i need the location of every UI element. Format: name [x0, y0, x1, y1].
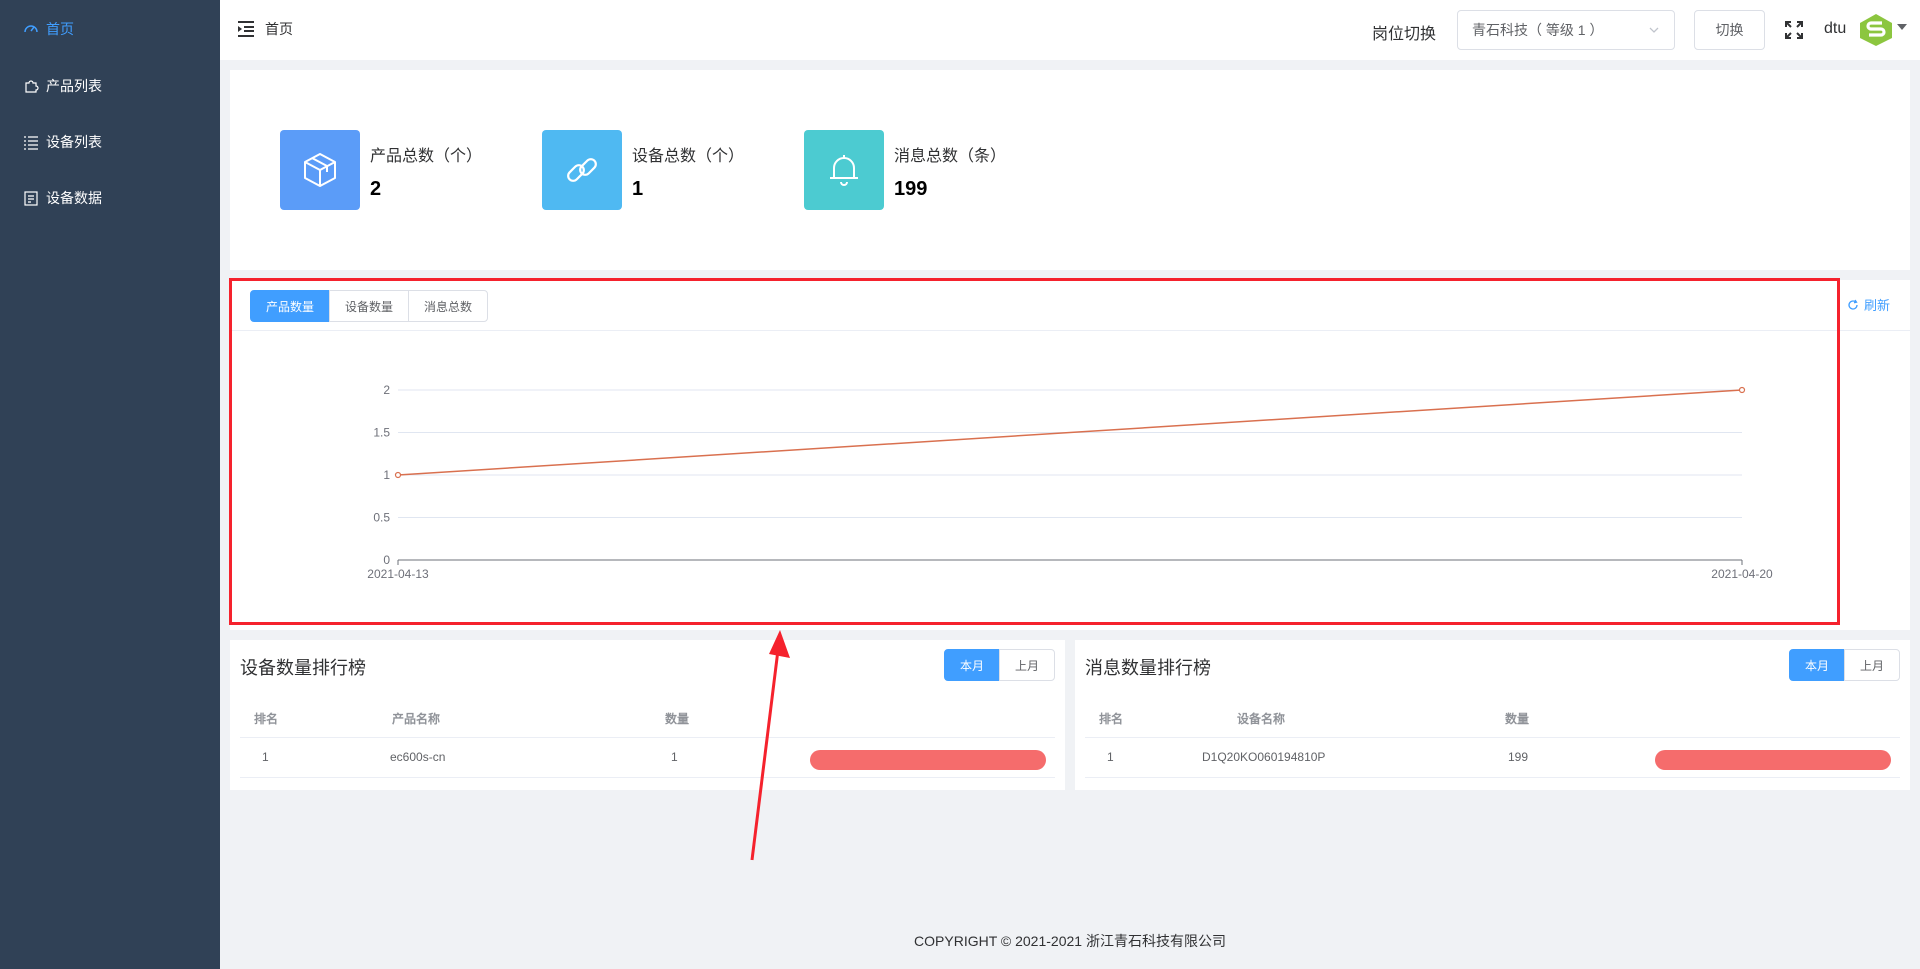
role-select[interactable]: 青石科技（ 等级 1 ） [1457, 10, 1675, 50]
device-rank-panel: 设备数量排行榜 本月 上月 排名 产品名称 数量 1 ec600s-cn 1 [230, 640, 1065, 790]
count-cell: 199 [1508, 750, 1529, 764]
caret-down-icon[interactable] [1897, 24, 1907, 30]
line-chart: 0 0.5 1 1.5 2 2021-04-13 2021-04-20 [367, 383, 1773, 581]
sidebar: 首页 产品列表 设备列表 设备数据 [0, 0, 220, 969]
month-toggle: 本月 上月 [1789, 649, 1901, 681]
progress-bar [810, 750, 1046, 770]
count-cell: 1 [671, 750, 678, 764]
sidebar-item-label: 首页 [46, 21, 74, 37]
table-header: 排名 产品名称 数量 [240, 698, 1055, 738]
cube-icon [304, 153, 336, 187]
x-tick-label: 2021-04-20 [1711, 567, 1773, 581]
name-cell: D1Q20KO060194810P [1202, 750, 1326, 764]
table-header: 排名 设备名称 数量 [1085, 698, 1900, 738]
sidebar-item-home[interactable]: 首页 [0, 0, 220, 58]
data-point [1738, 386, 1746, 394]
rank-cell: 1 [262, 750, 269, 764]
column-header: 数量 [1505, 712, 1530, 726]
last-month-button[interactable]: 上月 [1844, 649, 1901, 681]
sidebar-item-devices[interactable]: 设备列表 [0, 114, 220, 170]
stats-panel: 产品总数（个） 2 设备总数（个） 1 消息总数（条） 199 [230, 70, 1910, 270]
month-toggle: 本月 上月 [944, 649, 1056, 681]
column-header: 数量 [665, 712, 690, 726]
role-select-value: 青石科技（ 等级 1 ） [1472, 22, 1604, 38]
data-icon [22, 189, 40, 207]
column-header: 排名 [1099, 712, 1124, 726]
last-month-button[interactable]: 上月 [999, 649, 1056, 681]
table-row: 1 ec600s-cn 1 [240, 738, 1055, 778]
dashboard-icon [22, 20, 40, 38]
username[interactable]: dtu [1824, 20, 1846, 38]
list-icon [22, 133, 40, 151]
this-month-button[interactable]: 本月 [944, 649, 1001, 681]
name-cell: ec600s-cn [390, 750, 446, 764]
chevron-down-icon [1649, 27, 1659, 33]
breadcrumb[interactable]: 首页 [265, 19, 293, 39]
avatar[interactable] [1856, 12, 1896, 48]
table-row: 1 D1Q20KO060194810P 199 [1085, 738, 1900, 778]
stat-title: 产品总数（个） [370, 148, 483, 165]
stat-title: 设备总数（个） [632, 148, 745, 165]
message-rank-panel: 消息数量排行榜 本月 上月 排名 设备名称 数量 1 D1Q20KO060194… [1075, 640, 1910, 790]
stat-value: 1 [632, 178, 644, 200]
y-tick-label: 1.5 [373, 426, 390, 440]
bell-icon [830, 155, 858, 186]
y-tick-label: 0.5 [373, 511, 390, 525]
hamburger-icon[interactable] [236, 19, 256, 39]
y-tick-label: 1 [383, 468, 390, 482]
sidebar-item-device-data[interactable]: 设备数据 [0, 170, 220, 226]
sidebar-item-label: 设备数据 [46, 190, 102, 206]
this-month-button[interactable]: 本月 [1789, 649, 1846, 681]
switch-button[interactable]: 切换 [1694, 10, 1765, 50]
link-icon [567, 158, 597, 182]
progress-bar-fill [1655, 750, 1891, 770]
column-header: 排名 [254, 712, 279, 726]
rank-title: 设备数量排行榜 [240, 658, 366, 678]
y-tick-label: 2 [383, 383, 390, 397]
stat-icon-box [280, 130, 360, 210]
progress-bar-fill [810, 750, 1046, 770]
sidebar-item-label: 产品列表 [46, 78, 102, 94]
stat-icon-box [542, 130, 622, 210]
stat-title: 消息总数（条） [894, 148, 1007, 165]
stat-icon-box [804, 130, 884, 210]
chart-panel: 产品数量 设备数量 消息总数 刷新 0 0.5 1 1.5 2 2021-04-13 202… [230, 280, 1910, 630]
footer-copyright: COPYRIGHT © 2021-2021 浙江青石科技有限公司 [914, 933, 1226, 949]
top-navbar: 首页 岗位切换 青石科技（ 等级 1 ） 切换 dtu [220, 0, 1920, 60]
x-tick-label: 2021-04-13 [367, 567, 429, 581]
column-header: 设备名称 [1237, 712, 1286, 726]
y-tick-label: 0 [383, 553, 390, 567]
stat-value: 199 [894, 178, 928, 200]
rank-title: 消息数量排行榜 [1085, 658, 1211, 678]
progress-bar [1655, 750, 1891, 770]
role-switch-label: 岗位切换 [1372, 26, 1437, 43]
data-point [394, 471, 402, 479]
sidebar-item-label: 设备列表 [46, 134, 102, 150]
stat-value: 2 [370, 178, 382, 200]
rank-cell: 1 [1107, 750, 1114, 764]
puzzle-icon [22, 77, 40, 95]
column-header: 产品名称 [392, 712, 441, 726]
fullscreen-icon[interactable] [1784, 20, 1804, 40]
sidebar-item-products[interactable]: 产品列表 [0, 58, 220, 114]
